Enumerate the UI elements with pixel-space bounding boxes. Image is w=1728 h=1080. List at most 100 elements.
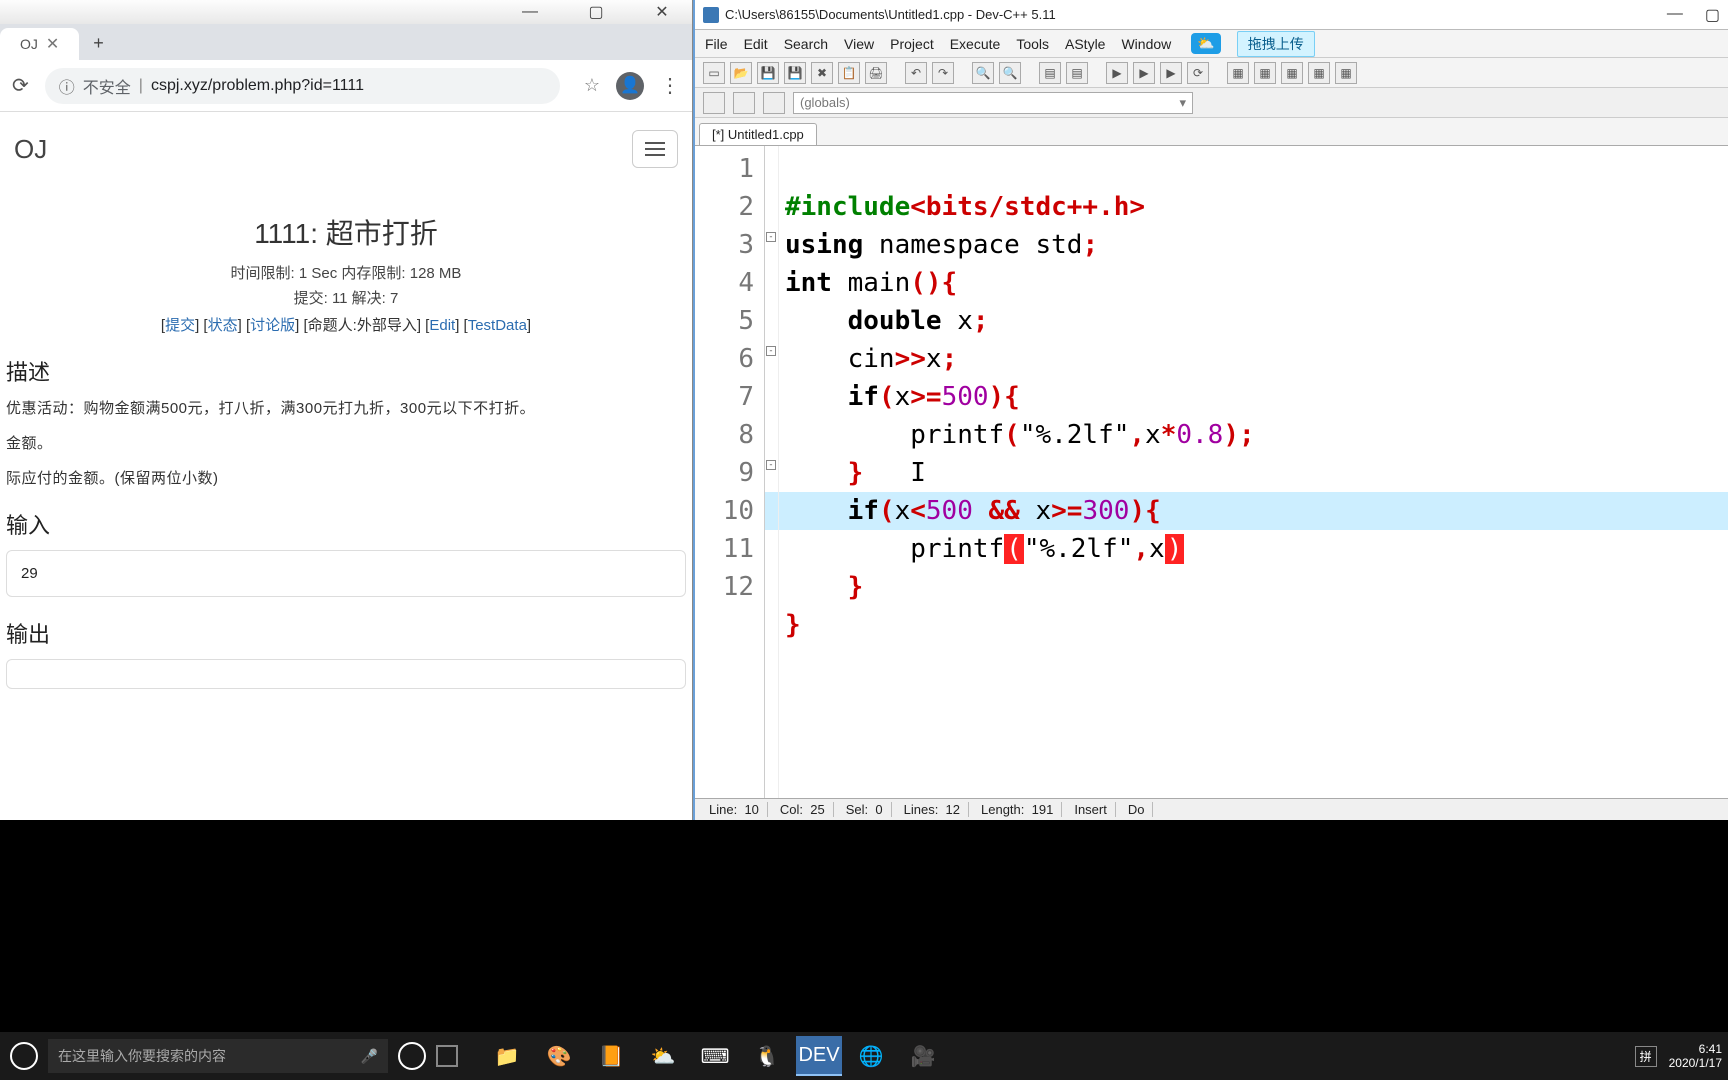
status-insert-mode: Insert xyxy=(1066,802,1116,817)
mic-icon[interactable]: 🎤 xyxy=(361,1048,378,1065)
fold-toggle-icon[interactable]: - xyxy=(766,232,776,242)
menu-project[interactable]: Project xyxy=(890,36,934,52)
problem-stats: 提交: 11 解决: 7 xyxy=(6,287,686,308)
minimize-button[interactable]: — xyxy=(512,3,548,21)
minimize-button[interactable]: — xyxy=(1667,5,1683,25)
fold-toggle-icon[interactable]: - xyxy=(766,346,776,356)
indent-icon[interactable]: ▤ xyxy=(1039,62,1061,84)
cloud-button[interactable]: ⛅ xyxy=(1191,33,1220,54)
bracket: ] xyxy=(417,317,421,334)
new-tab-button[interactable]: + xyxy=(79,27,118,60)
taskbar-app-chrome[interactable]: 🌐 xyxy=(848,1036,894,1076)
save-icon[interactable]: 💾 xyxy=(757,62,779,84)
goto-icon[interactable] xyxy=(733,92,755,114)
oj-brand[interactable]: OJ xyxy=(14,134,47,165)
section-description: 描述 xyxy=(6,355,686,387)
grid4-icon[interactable]: ▦ xyxy=(1308,62,1330,84)
start-button[interactable] xyxy=(10,1042,38,1070)
status-line-value: 10 xyxy=(744,802,758,817)
replace-icon[interactable]: 🔍 xyxy=(999,62,1021,84)
rebuild-icon[interactable]: ⟳ xyxy=(1187,62,1209,84)
line-number: 10 xyxy=(695,492,764,530)
status-done: Do xyxy=(1120,802,1154,817)
discuss-link[interactable]: 讨论版 xyxy=(250,317,295,334)
print-icon[interactable]: 📋 xyxy=(838,62,860,84)
url-field[interactable]: ⓘ 不安全 | cspj.xyz/problem.php?id=1111 xyxy=(45,68,560,104)
menu-window[interactable]: Window xyxy=(1121,36,1171,52)
status-link[interactable]: 状态 xyxy=(208,317,238,334)
taskbar-app-explorer[interactable]: 📁 xyxy=(484,1036,530,1076)
taskbar-app-paint[interactable]: 🎨 xyxy=(536,1036,582,1076)
taskbar-app-zoom[interactable]: 🎥 xyxy=(900,1036,946,1076)
redo-icon[interactable]: ↷ xyxy=(932,62,954,84)
menu-view[interactable]: View xyxy=(844,36,874,52)
devcpp-title-text: C:\Users\86155\Documents\Untitled1.cpp -… xyxy=(725,7,1056,22)
fold-toggle-icon[interactable]: - xyxy=(766,460,776,470)
dropdown-arrow-icon: ▾ xyxy=(1179,95,1186,111)
menu-edit[interactable]: Edit xyxy=(744,36,768,52)
grid2-icon[interactable]: ▦ xyxy=(1254,62,1276,84)
debug-icon[interactable] xyxy=(763,92,785,114)
browser-window: — ▢ ✕ OJ ✕ + ⟳ ⓘ 不安全 | cspj.xyz/problem.… xyxy=(0,0,693,820)
maximize-button[interactable]: ▢ xyxy=(578,2,614,22)
compile-run-icon[interactable]: ▶ xyxy=(1160,62,1182,84)
taskbar-app-devcpp[interactable]: DEV xyxy=(796,1036,842,1076)
save-all-icon[interactable]: 💾 xyxy=(784,62,806,84)
taskbar-app-qq[interactable]: 🐧 xyxy=(744,1036,790,1076)
browser-tab[interactable]: OJ ✕ xyxy=(0,28,79,60)
edit-link[interactable]: Edit xyxy=(429,317,455,334)
taskbar-app-cloud[interactable]: ⛅ xyxy=(640,1036,686,1076)
browser-menu-icon[interactable]: ⋮ xyxy=(660,73,680,98)
output-note: 际应付的金额。(保留两位小数) xyxy=(6,467,686,488)
status-col-label: Col: xyxy=(780,802,803,817)
devcpp-app-icon xyxy=(703,7,719,23)
submit-link[interactable]: 提交 xyxy=(165,317,195,334)
ime-indicator[interactable]: 拼 xyxy=(1635,1046,1657,1067)
menu-file[interactable]: File xyxy=(705,36,728,52)
code-editor[interactable]: 1 2 3 4 5 6 7 8 9 10 11 12 - - - #includ… xyxy=(695,146,1728,798)
undo-icon[interactable]: ↶ xyxy=(905,62,927,84)
file-tab[interactable]: [*] Untitled1.cpp xyxy=(699,123,817,145)
run-icon[interactable]: ▶ xyxy=(1133,62,1155,84)
amount-text: 金额。 xyxy=(6,432,686,453)
info-icon[interactable]: ⓘ xyxy=(59,74,75,98)
cortana-icon[interactable] xyxy=(398,1042,426,1070)
problem-page: 1111: 超市打折 时间限制: 1 Sec 内存限制: 128 MB 提交: … xyxy=(0,180,692,820)
open-file-icon[interactable]: 📂 xyxy=(730,62,752,84)
profile-avatar[interactable]: 👤 xyxy=(616,72,644,100)
menu-tools[interactable]: Tools xyxy=(1016,36,1049,52)
reload-icon[interactable]: ⟳ xyxy=(12,73,29,98)
scope-dropdown[interactable]: (globals) ▾ xyxy=(793,92,1193,114)
print2-icon[interactable]: 🖨 xyxy=(865,62,887,84)
menu-execute[interactable]: Execute xyxy=(950,36,1001,52)
tab-close-icon[interactable]: ✕ xyxy=(46,34,59,54)
maximize-button[interactable]: ▢ xyxy=(1705,5,1720,25)
taskbar-search[interactable]: 在这里输入你要搜索的内容 🎤 xyxy=(48,1039,388,1073)
bookmark-star-icon[interactable]: ☆ xyxy=(584,75,600,96)
line-number-gutter: 1 2 3 4 5 6 7 8 9 10 11 12 xyxy=(695,146,765,798)
status-lines-value: 12 xyxy=(946,802,960,817)
problem-title: 1111: 超市打折 xyxy=(6,212,686,252)
line-number: 3 xyxy=(695,226,764,264)
close-file-icon[interactable]: ✖ xyxy=(811,62,833,84)
bookmark-icon[interactable] xyxy=(703,92,725,114)
upload-button[interactable]: 拖拽上传 xyxy=(1237,31,1315,57)
close-button[interactable]: ✕ xyxy=(644,2,680,22)
menu-search[interactable]: Search xyxy=(784,36,828,52)
find-icon[interactable]: 🔍 xyxy=(972,62,994,84)
taskbar-app-orange[interactable]: 📙 xyxy=(588,1036,634,1076)
grid1-icon[interactable]: ▦ xyxy=(1227,62,1249,84)
task-view-icon[interactable] xyxy=(436,1045,458,1067)
sample-output-box xyxy=(6,659,686,689)
grid3-icon[interactable]: ▦ xyxy=(1281,62,1303,84)
outdent-icon[interactable]: ▤ xyxy=(1066,62,1088,84)
code-content: #include<bits/stdc++.h> using namespace … xyxy=(785,150,1728,682)
testdata-link[interactable]: TestData xyxy=(468,317,527,334)
grid5-icon[interactable]: ▦ xyxy=(1335,62,1357,84)
new-file-icon[interactable]: ▭ xyxy=(703,62,725,84)
hamburger-button[interactable] xyxy=(632,130,678,168)
system-clock[interactable]: 6:41 2020/1/17 xyxy=(1669,1042,1722,1070)
compile-icon[interactable]: ▶ xyxy=(1106,62,1128,84)
menu-astyle[interactable]: AStyle xyxy=(1065,36,1105,52)
taskbar-app-terminal[interactable]: ⌨ xyxy=(692,1036,738,1076)
